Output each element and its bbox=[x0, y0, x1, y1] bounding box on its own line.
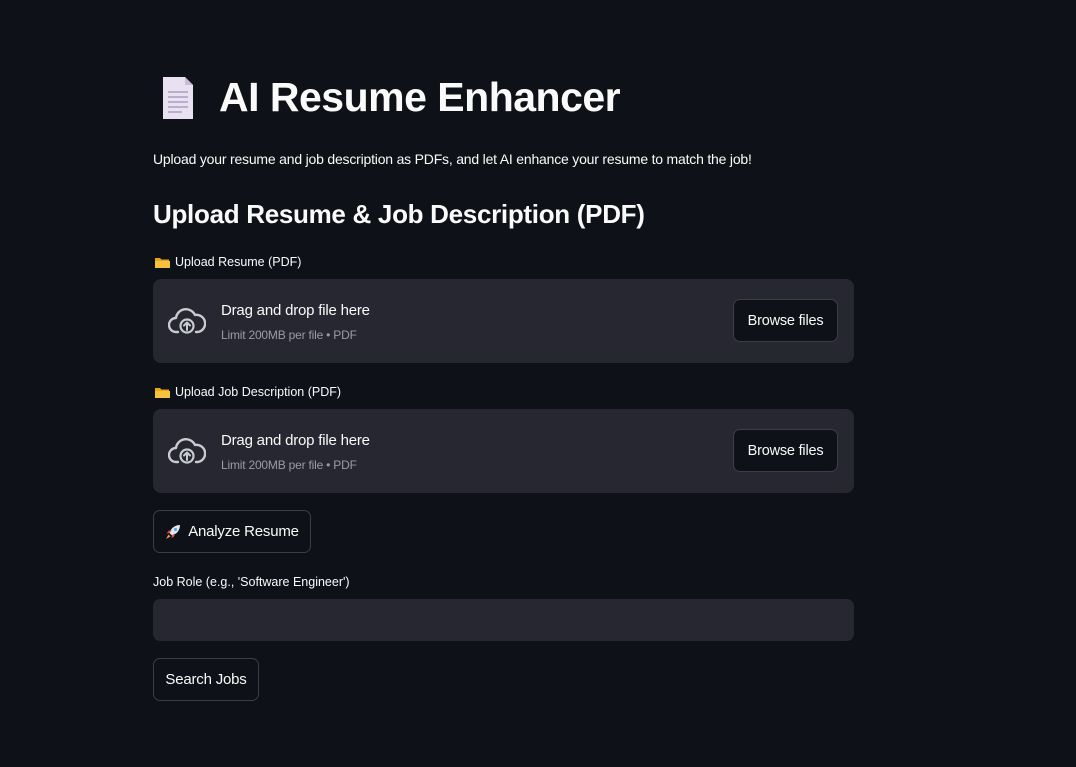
resume-dropzone[interactable]: Drag and drop file here Limit 200MB per … bbox=[153, 279, 854, 363]
job-description-upload-label-text: Upload Job Description (PDF) bbox=[175, 385, 342, 399]
cloud-upload-icon bbox=[167, 306, 207, 336]
page-title: AI Resume Enhancer bbox=[219, 74, 621, 120]
folder-icon bbox=[155, 257, 170, 268]
job-description-dropzone[interactable]: Drag and drop file here Limit 200MB per … bbox=[153, 409, 854, 493]
analyze-resume-label: Analyze Resume bbox=[188, 523, 299, 540]
resume-browse-files-button[interactable]: Browse files bbox=[733, 299, 838, 342]
page-subtitle: Upload your resume and job description a… bbox=[153, 151, 752, 167]
job-role-input[interactable] bbox=[153, 599, 854, 641]
job-description-dropzone-text: Drag and drop file here Limit 200MB per … bbox=[221, 432, 370, 472]
resume-dropzone-text: Drag and drop file here Limit 200MB per … bbox=[221, 302, 370, 342]
dropzone-instruction: Drag and drop file here bbox=[221, 302, 370, 319]
dropzone-limit: Limit 200MB per file • PDF bbox=[221, 328, 357, 342]
resume-upload-label-text: Upload Resume (PDF) bbox=[175, 255, 302, 269]
dropzone-limit: Limit 200MB per file • PDF bbox=[221, 458, 357, 472]
cloud-upload-icon bbox=[167, 436, 207, 466]
document-icon bbox=[161, 75, 195, 121]
folder-icon bbox=[155, 387, 170, 398]
job-description-browse-files-button[interactable]: Browse files bbox=[733, 429, 838, 472]
title-row: AI Resume Enhancer bbox=[161, 74, 621, 121]
resume-upload-label: Upload Resume (PDF) bbox=[155, 255, 301, 269]
rocket-icon bbox=[165, 524, 181, 540]
search-jobs-button[interactable]: Search Jobs bbox=[153, 658, 259, 701]
analyze-resume-button[interactable]: Analyze Resume bbox=[153, 510, 311, 553]
job-role-label: Job Role (e.g., 'Software Engineer') bbox=[153, 575, 350, 589]
dropzone-instruction: Drag and drop file here bbox=[221, 432, 370, 449]
upload-section-heading: Upload Resume & Job Description (PDF) bbox=[153, 199, 645, 229]
job-description-upload-label: Upload Job Description (PDF) bbox=[155, 385, 341, 399]
